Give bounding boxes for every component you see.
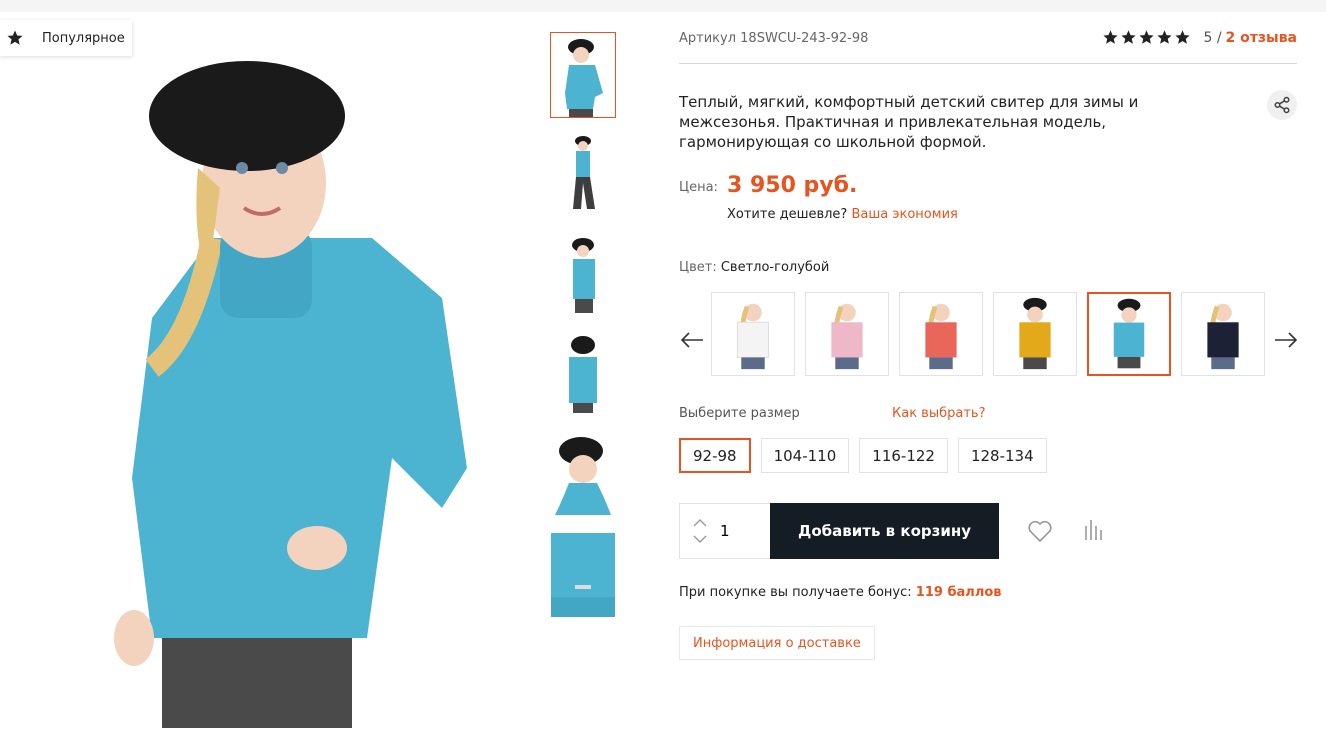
main-product-image bbox=[114, 61, 467, 728]
size-option-128-134[interactable]: 128-134 bbox=[957, 438, 1047, 473]
thumbnail-3[interactable] bbox=[551, 233, 615, 317]
quantity-input[interactable] bbox=[720, 504, 770, 558]
color-label: Цвет: Светло-голубой bbox=[679, 260, 829, 275]
thumbnail-5[interactable] bbox=[551, 433, 615, 517]
star-icon bbox=[1121, 30, 1137, 44]
compare-icon[interactable] bbox=[1083, 518, 1105, 542]
arrow-left-icon[interactable] bbox=[679, 330, 705, 350]
product-price: 3 950 руб. bbox=[727, 173, 858, 198]
chevron-down-icon[interactable] bbox=[693, 534, 707, 544]
thumbnail-1[interactable] bbox=[550, 32, 616, 118]
star-icon bbox=[1139, 30, 1155, 44]
color-option-mustard[interactable] bbox=[993, 292, 1077, 376]
price-label: Цена: bbox=[679, 180, 718, 195]
color-option-white[interactable] bbox=[711, 292, 795, 376]
thumbnail-gallery bbox=[550, 32, 616, 633]
reviews-link[interactable]: 2 отзыва bbox=[1226, 30, 1297, 46]
color-option-light-blue[interactable] bbox=[1087, 292, 1171, 376]
add-to-cart-button[interactable]: Добавить в корзину bbox=[770, 503, 999, 559]
color-options bbox=[711, 292, 1265, 376]
size-label: Выберите размер bbox=[679, 406, 800, 421]
share-button[interactable] bbox=[1267, 90, 1297, 120]
color-option-coral[interactable] bbox=[899, 292, 983, 376]
rating-value: 5 / bbox=[1203, 29, 1222, 46]
color-label-key: Цвет: bbox=[679, 260, 717, 275]
size-option-104-110[interactable]: 104-110 bbox=[760, 438, 850, 473]
thumbnail-2[interactable] bbox=[551, 133, 615, 217]
share-icon bbox=[1274, 96, 1290, 114]
star-icon bbox=[1175, 30, 1191, 44]
rating: 5 / 2 отзыва bbox=[1102, 29, 1297, 46]
product-page: Популярное Артикул 18SWCU-243-92-98 5 / … bbox=[0, 12, 1326, 737]
bonus-value: 119 баллов bbox=[915, 585, 1002, 600]
bonus-info: При покупке вы получаете бонус: 119 балл… bbox=[679, 585, 1002, 600]
delivery-info-button[interactable]: Информация о доставке bbox=[679, 626, 875, 660]
thumbnail-4[interactable] bbox=[551, 333, 615, 417]
product-description: Теплый, мягкий, комфортный детский свите… bbox=[679, 93, 1139, 151]
cheaper-text: Хотите дешевле? bbox=[727, 207, 848, 222]
cheaper-line: Хотите дешевле? Ваша экономия bbox=[727, 207, 958, 222]
size-option-116-122[interactable]: 116-122 bbox=[859, 438, 948, 473]
heart-icon[interactable] bbox=[1027, 519, 1053, 543]
chevron-up-icon[interactable] bbox=[693, 518, 707, 528]
star-icon bbox=[1103, 30, 1119, 44]
size-option-92-98[interactable]: 92-98 bbox=[679, 438, 751, 473]
rating-stars bbox=[1102, 29, 1191, 46]
size-options: 92-98 104-110 116-122 128-134 bbox=[679, 438, 1047, 473]
bonus-text: При покупке вы получаете бонус: bbox=[679, 585, 912, 600]
thumbnail-6[interactable] bbox=[551, 533, 615, 617]
color-option-pink[interactable] bbox=[805, 292, 889, 376]
savings-link[interactable]: Ваша экономия bbox=[851, 207, 957, 222]
color-option-navy[interactable] bbox=[1181, 292, 1265, 376]
divider bbox=[679, 63, 1297, 64]
star-icon bbox=[7, 30, 23, 45]
arrow-right-icon[interactable] bbox=[1273, 330, 1299, 350]
quantity-arrows bbox=[680, 504, 720, 558]
quantity-stepper bbox=[679, 503, 771, 559]
size-guide-link[interactable]: Как выбрать? bbox=[892, 406, 985, 421]
star-icon bbox=[1157, 30, 1173, 44]
color-value: Светло-голубой bbox=[720, 260, 830, 275]
product-sku: Артикул 18SWCU-243-92-98 bbox=[679, 31, 869, 46]
